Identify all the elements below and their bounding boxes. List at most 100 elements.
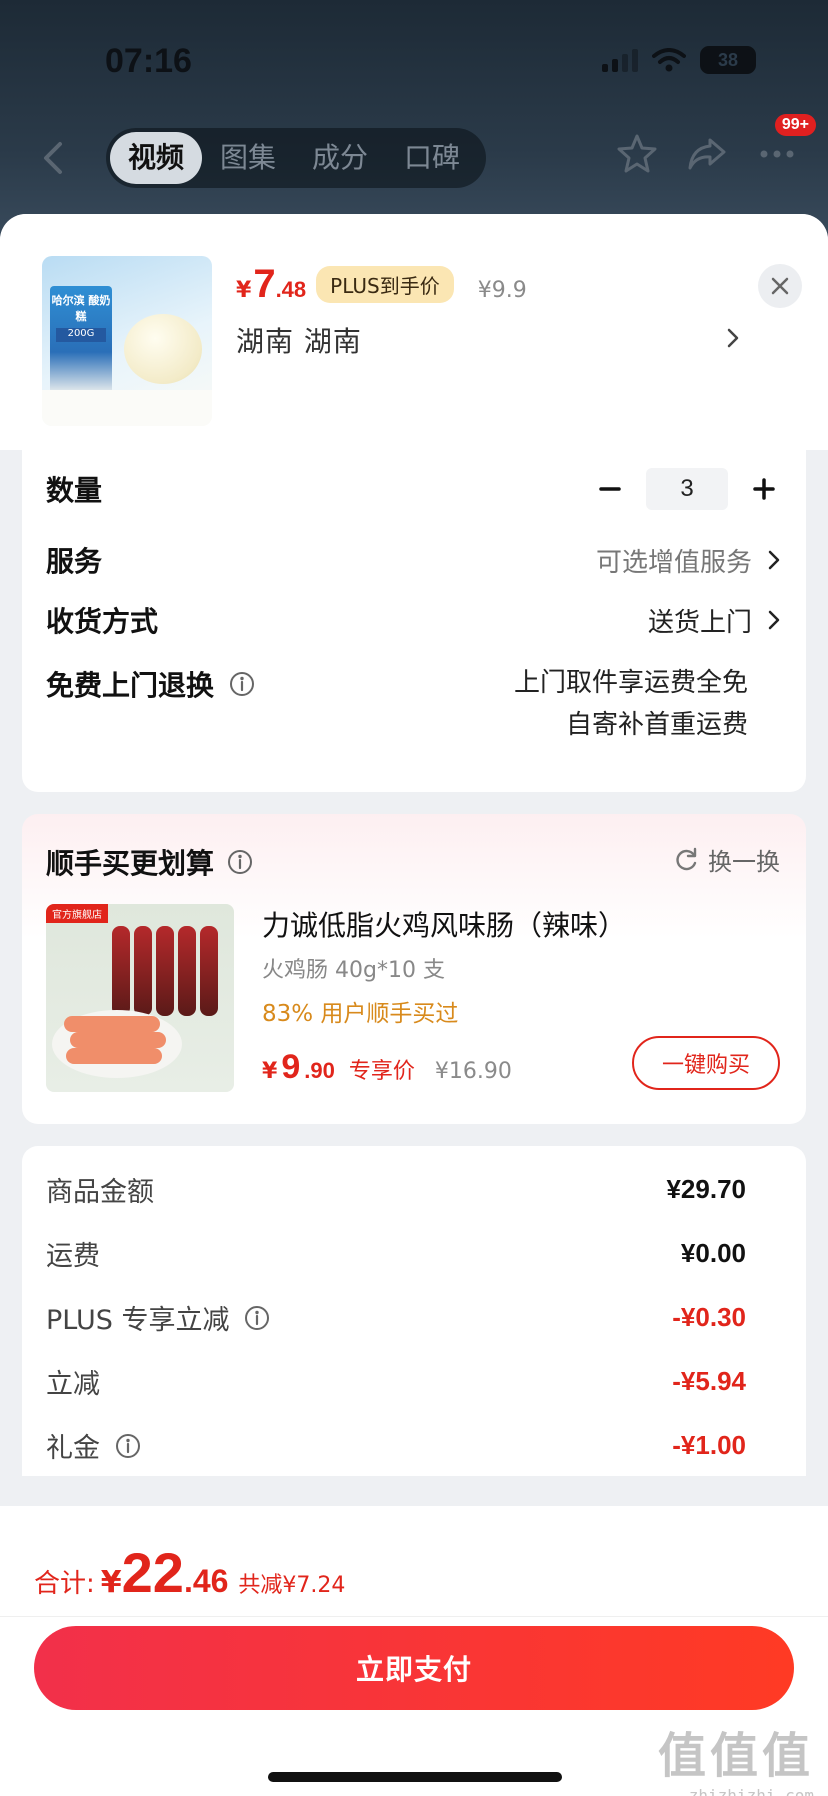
summary-row: 礼金 -¥1.00 — [46, 1426, 746, 1465]
status-icons: 38 — [602, 46, 756, 74]
back-icon[interactable] — [38, 138, 70, 178]
nav-actions: 99+ — [616, 114, 816, 174]
upsell-price-decimal: .90 — [304, 1058, 335, 1083]
free-return-label: 免费上门退换 — [46, 669, 215, 702]
service-value-text: 可选增值服务 — [595, 547, 752, 578]
info-icon[interactable] — [226, 848, 254, 876]
delivery-label: 收货方式 — [46, 605, 159, 638]
battery-icon: 38 — [700, 46, 756, 74]
more-icon[interactable] — [756, 132, 798, 174]
star-icon[interactable] — [616, 132, 658, 174]
summary-row: PLUS 专享立减 -¥0.30 — [46, 1298, 746, 1337]
delivery-row[interactable]: 收货方式 送货上门 — [46, 600, 782, 640]
decrease-button[interactable] — [592, 471, 628, 507]
minus-icon — [599, 487, 621, 491]
original-price: ¥9.9 — [477, 278, 527, 303]
tab-ingredients[interactable]: 成分 — [294, 132, 386, 184]
plus-price-tag: PLUS到手价 — [316, 266, 454, 303]
watermark-logo: 值值值 — [657, 1728, 814, 1784]
upsell-purchase-stat: 83% 用户顺手买过 — [262, 1001, 459, 1027]
quantity-row: 数量 3 — [46, 468, 782, 510]
close-icon — [771, 277, 789, 295]
tab-gallery[interactable]: 图集 — [202, 132, 294, 184]
gift-money-label-group: 礼金 — [46, 1426, 142, 1465]
info-icon[interactable] — [243, 1304, 271, 1332]
instant-discount-label: 立减 — [46, 1369, 100, 1400]
sausage-packs-image — [112, 926, 218, 1016]
upsell-price-row: ¥ 9 .90 专享价 ¥16.90 — [262, 1048, 512, 1087]
notification-badge: 99+ — [774, 114, 816, 136]
total-currency: ¥ — [100, 1565, 122, 1600]
chevron-right-icon — [768, 610, 780, 630]
delivery-value: 送货上门 — [648, 602, 782, 639]
sausage-image — [70, 1032, 166, 1048]
total-decimal: .46 — [183, 1563, 229, 1599]
goods-amount-value: ¥29.70 — [666, 1174, 746, 1204]
info-icon[interactable] — [228, 670, 256, 698]
selected-spec[interactable]: 湖南 湖南 — [236, 320, 362, 360]
gift-money-value: -¥1.00 — [672, 1430, 746, 1460]
chevron-right-icon[interactable] — [724, 326, 742, 350]
home-indicator[interactable] — [268, 1772, 562, 1782]
product-thumbnail[interactable]: 哈尔滨 酸奶糕 200G — [42, 256, 212, 426]
upsell-title-group: 顺手买更划算 — [46, 842, 254, 882]
close-button[interactable] — [758, 264, 802, 308]
chevron-right-icon — [768, 550, 780, 570]
free-return-line2: 自寄补首重运费 — [565, 710, 748, 740]
one-click-buy-button[interactable]: 一键购买 — [632, 1036, 780, 1090]
package-weight-text: 200G — [56, 328, 106, 342]
cake-image — [124, 314, 202, 384]
shipping-value: ¥0.00 — [680, 1238, 746, 1268]
info-icon[interactable] — [114, 1432, 142, 1460]
plus-discount-label: PLUS 专享立减 — [46, 1305, 230, 1336]
service-label: 服务 — [46, 545, 103, 578]
plus-icon — [753, 478, 775, 500]
upsell-title: 顺手买更划算 — [46, 847, 215, 880]
status-time: 07:16 — [105, 42, 192, 80]
price-decimal: .48 — [275, 277, 307, 302]
store-tag: 官方旗舰店 — [46, 904, 108, 923]
tab-reviews[interactable]: 口碑 — [386, 132, 478, 184]
options-card: 数量 3 服务 可选增值服务 收货方式 送货上门 免费上门退换 上门取件享运费全… — [22, 450, 806, 792]
summary-row: 运费 ¥0.00 — [46, 1234, 746, 1273]
gift-money-label: 礼金 — [46, 1433, 100, 1464]
plus-discount-label-group: PLUS 专享立减 — [46, 1298, 271, 1337]
service-row[interactable]: 服务 可选增值服务 — [46, 540, 782, 580]
pay-now-button[interactable]: 立即支付 — [34, 1626, 794, 1710]
upsell-price-tag: 专享价 — [348, 1059, 415, 1084]
refresh-button[interactable]: 换一换 — [672, 842, 780, 877]
product-package-image: 哈尔滨 酸奶糕 200G — [50, 286, 112, 396]
goods-amount-label: 商品金额 — [46, 1177, 154, 1208]
total-integer: 22 — [121, 1541, 184, 1604]
watermark: 值值值 zhizhizhi.com — [658, 1716, 814, 1796]
sausage-image — [64, 1016, 160, 1032]
quantity-input[interactable]: 3 — [646, 468, 728, 510]
price-currency: ¥ — [236, 278, 252, 303]
media-tabs: 视频 图集 成分 口碑 — [106, 128, 486, 188]
signal-icon — [602, 48, 638, 72]
upsell-original-price: ¥16.90 — [434, 1059, 512, 1084]
quantity-stepper: 3 — [592, 468, 782, 510]
divider — [0, 1616, 828, 1617]
wifi-icon — [652, 48, 686, 72]
watermark-url: zhizhizhi.com — [688, 1786, 814, 1796]
increase-button[interactable] — [746, 471, 782, 507]
more-menu[interactable]: 99+ — [756, 114, 816, 174]
upsell-product-name[interactable]: 力诚低脂火鸡风味肠（辣味） — [262, 904, 626, 944]
sheet-header: 哈尔滨 酸奶糕 200G ¥ 7 .48 PLUS到手价 ¥9.9 湖南 湖南 — [0, 214, 828, 450]
upsell-price-currency: ¥ — [262, 1059, 278, 1084]
total-saved: 共减¥7.24 — [238, 1573, 346, 1598]
upsell-card: 顺手买更划算 换一换 官方旗舰店 力诚低脂火鸡风味肠（辣味） 火鸡肠 40g*1… — [22, 814, 806, 1124]
price-summary-card: 商品金额 ¥29.70 运费 ¥0.00 PLUS 专享立减 -¥0.30 立减… — [22, 1146, 806, 1476]
upsell-product-spec: 火鸡肠 40g*10 支 — [262, 958, 445, 983]
refresh-label: 换一换 — [708, 848, 780, 876]
delivery-value-text: 送货上门 — [647, 607, 752, 638]
milk-splash-image — [42, 390, 212, 426]
service-value: 可选增值服务 — [596, 542, 782, 579]
tab-video[interactable]: 视频 — [110, 132, 203, 184]
upsell-product-thumbnail[interactable]: 官方旗舰店 — [46, 904, 234, 1092]
share-icon[interactable] — [686, 132, 728, 174]
checkout-bar: 合计: ¥ 22 .46 共减¥7.24 立即支付 值值值 zhizhizhi.… — [0, 1506, 828, 1796]
quantity-label: 数量 — [46, 474, 103, 507]
product-price-row: ¥ 7 .48 PLUS到手价 ¥9.9 — [236, 262, 527, 307]
